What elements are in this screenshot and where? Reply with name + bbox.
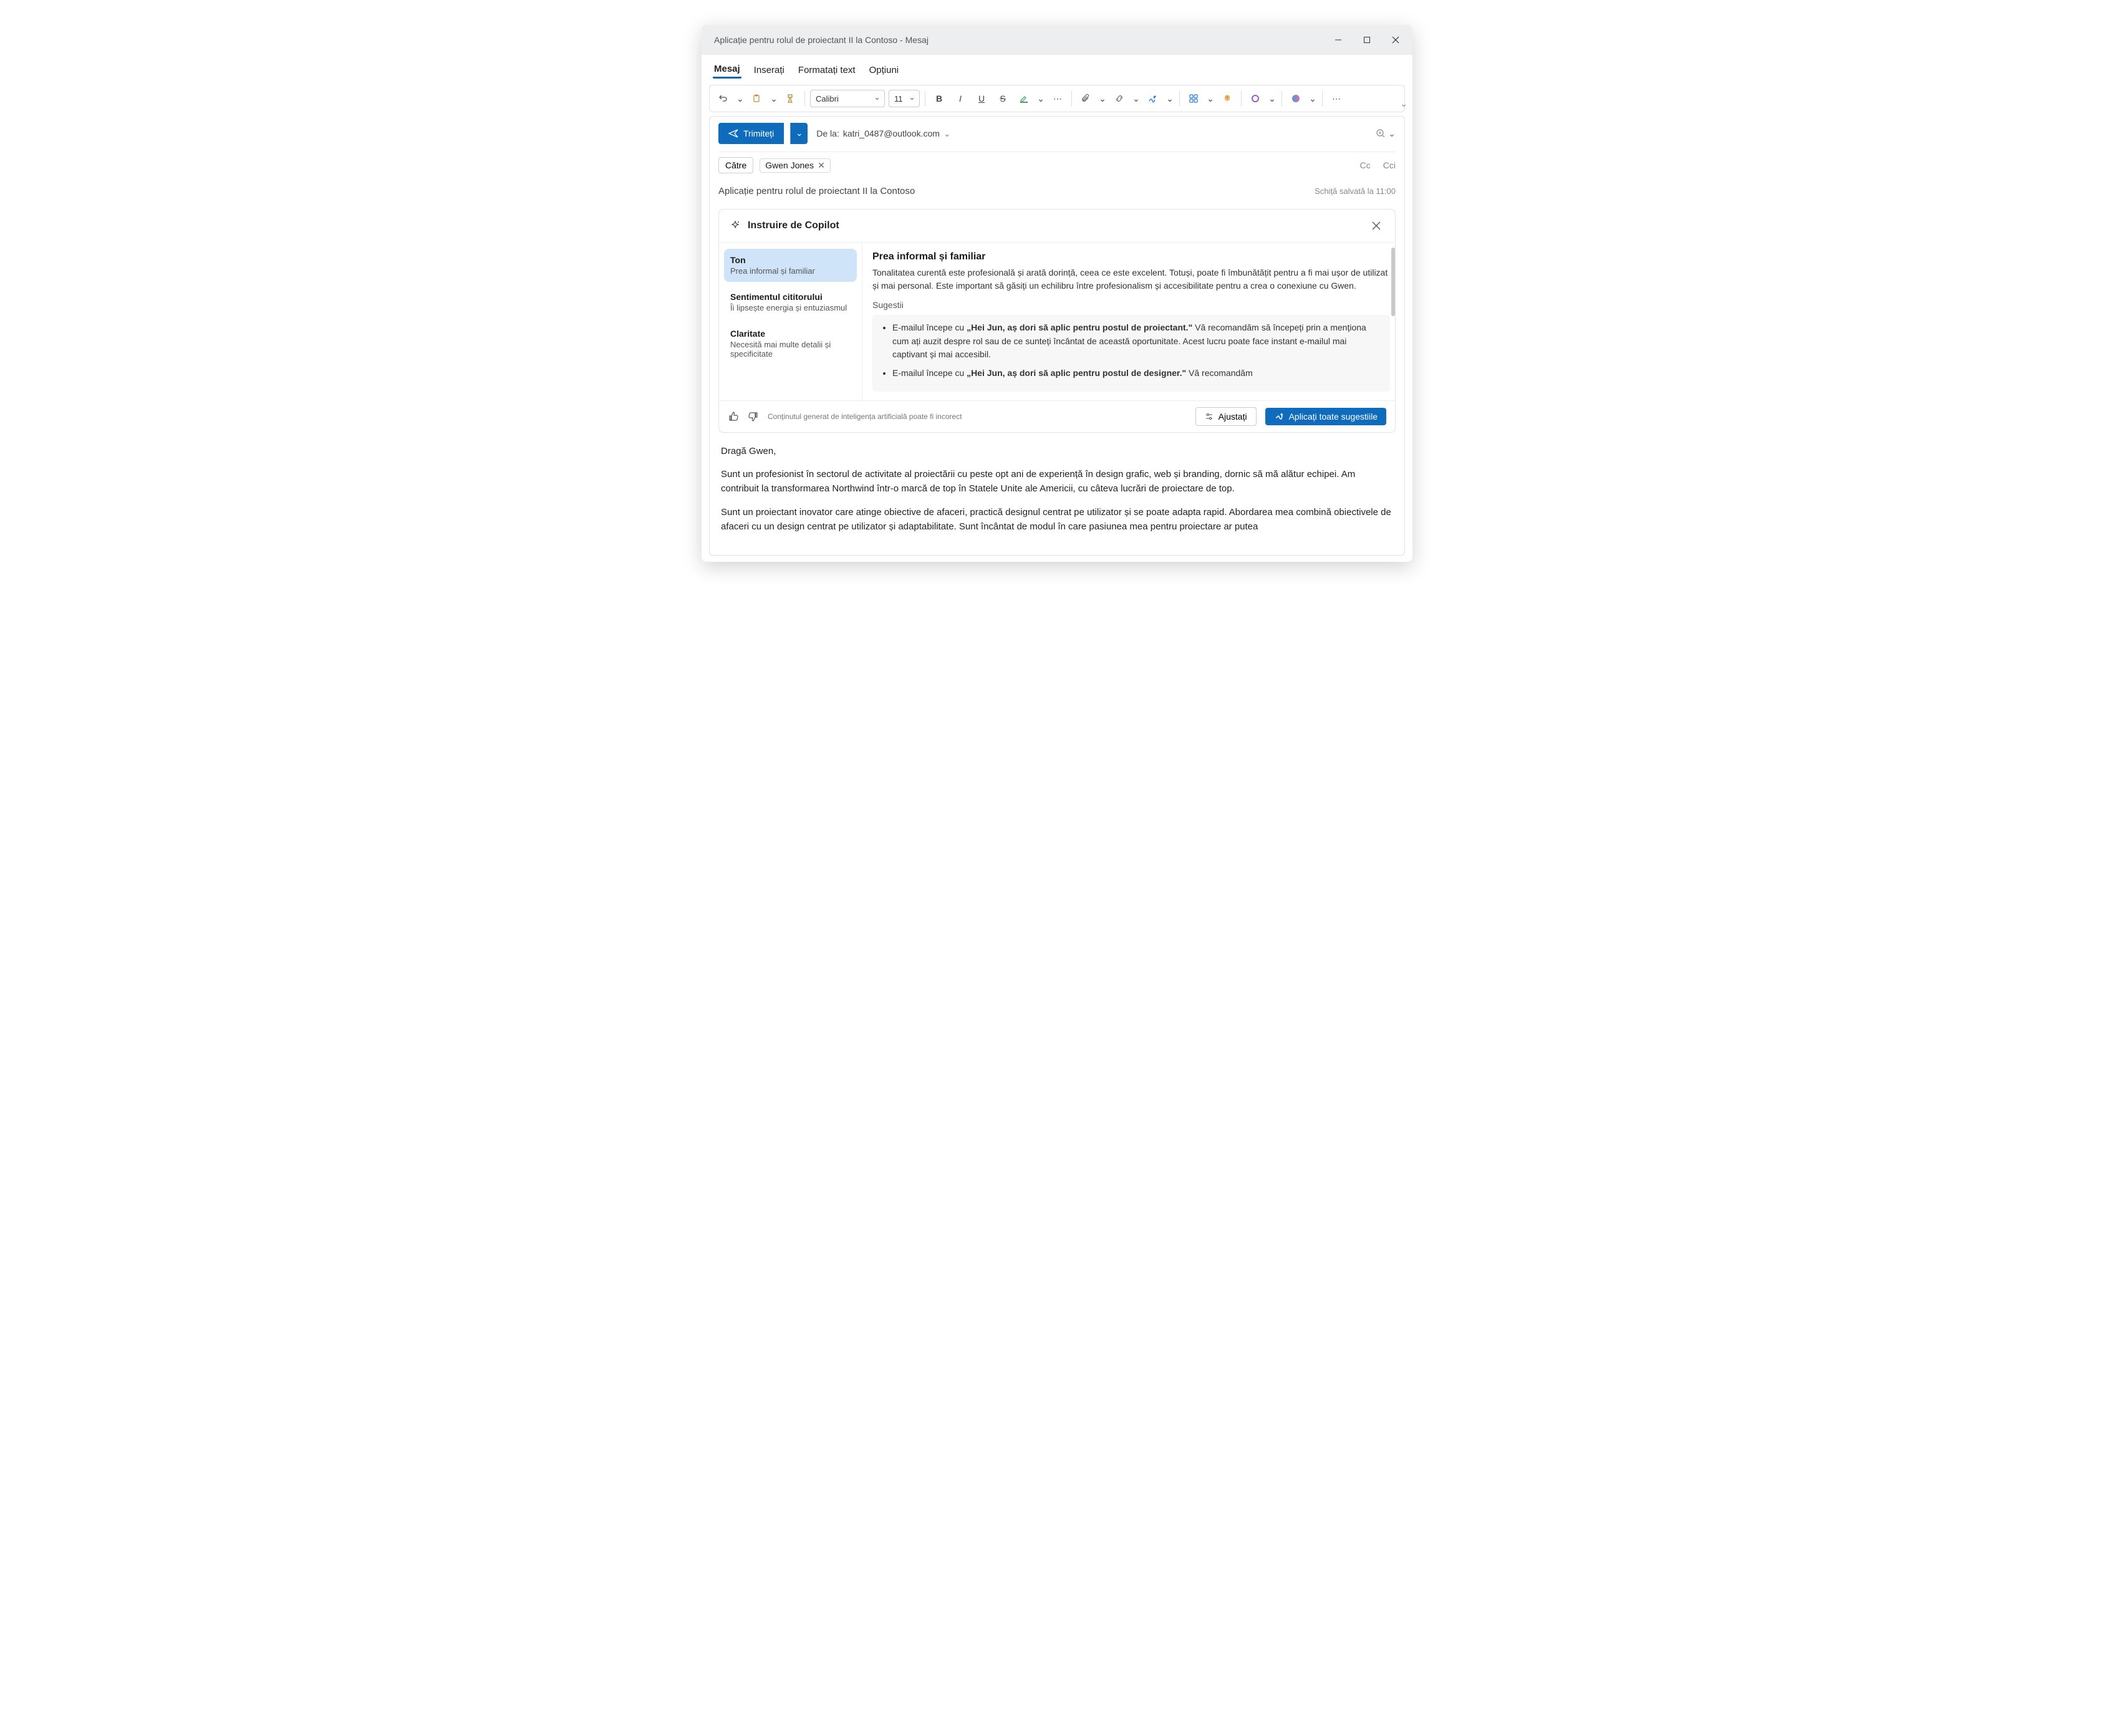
signature-dropdown[interactable]: ⌄	[1166, 90, 1174, 107]
signature-button[interactable]	[1144, 90, 1162, 107]
attach-dropdown[interactable]: ⌄	[1098, 90, 1107, 107]
font-name-select[interactable]: Calibri	[810, 90, 885, 107]
tab-message[interactable]: Mesaj	[713, 61, 741, 79]
bold-button[interactable]: B	[930, 90, 948, 107]
cc-button[interactable]: Cc	[1360, 160, 1371, 170]
outlook-compose-window: Aplicație pentru rolul de proiectant II …	[702, 25, 1412, 562]
ai-disclaimer: Conținutul generat de inteligența artifi…	[768, 412, 962, 421]
compose-header: Trimiteți ⌄ De la: katri_0487@outlook.co…	[709, 116, 1405, 556]
loop-dropdown[interactable]: ⌄	[1268, 90, 1277, 107]
email-paragraph: Sunt un proiectant inovator care atinge …	[721, 505, 1393, 534]
adjust-button[interactable]: Ajustați	[1195, 407, 1257, 426]
thumbs-down-button[interactable]	[748, 411, 759, 422]
email-paragraph: Sunt un profesionist în sectorul de acti…	[721, 467, 1393, 496]
paste-dropdown[interactable]: ⌄	[770, 90, 778, 107]
send-button[interactable]: Trimiteți	[718, 123, 784, 144]
separator	[1241, 91, 1242, 106]
scrollbar[interactable]	[1391, 248, 1395, 316]
separator	[1281, 91, 1282, 106]
link-button[interactable]	[1111, 90, 1128, 107]
separator	[1179, 91, 1180, 106]
separator	[1322, 91, 1323, 106]
overflow-button[interactable]: ⋯	[1328, 90, 1345, 107]
subject-field[interactable]: Aplicație pentru rolul de proiectant II …	[718, 186, 915, 196]
paste-button[interactable]	[748, 90, 766, 107]
copilot-categories: Ton Prea informal și familiar Sentimentu…	[719, 243, 862, 400]
attach-button[interactable]	[1077, 90, 1094, 107]
titlebar: Aplicație pentru rolul de proiectant II …	[702, 25, 1412, 55]
maximize-button[interactable]	[1353, 25, 1381, 55]
thumbs-up-button[interactable]	[728, 411, 739, 422]
suggestion-item: E-mailul începe cu „Hei Jun, aș dori să …	[892, 367, 1381, 380]
more-format-button[interactable]: ⋯	[1049, 90, 1066, 107]
bcc-button[interactable]: Cci	[1383, 160, 1396, 170]
link-dropdown[interactable]: ⌄	[1132, 90, 1141, 107]
email-body[interactable]: Dragă Gwen, Sunt un profesionist în sect…	[718, 433, 1396, 549]
suggestions-label: Sugestii	[872, 300, 1390, 310]
suggestions-box: E-mailul începe cu „Hei Jun, aș dori să …	[872, 315, 1390, 392]
from-selector[interactable]: De la: katri_0487@outlook.com ⌄	[816, 128, 950, 139]
strikethrough-button[interactable]: S	[994, 90, 1011, 107]
close-button[interactable]	[1381, 25, 1410, 55]
email-greeting: Dragă Gwen,	[721, 444, 1393, 458]
underline-button[interactable]: U	[973, 90, 990, 107]
to-button[interactable]: Către	[718, 157, 753, 173]
undo-button[interactable]	[715, 90, 732, 107]
italic-button[interactable]: I	[952, 90, 969, 107]
collapse-ribbon-chevron[interactable]: ⌄	[1400, 99, 1407, 109]
apps-button[interactable]	[1185, 90, 1202, 107]
send-dropdown[interactable]: ⌄	[790, 123, 808, 144]
category-reader-sentiment[interactable]: Sentimentul cititorului Îi lipsește ener…	[724, 286, 857, 319]
apply-all-button[interactable]: Aplicați toate sugestiile	[1265, 408, 1386, 425]
copilot-dropdown[interactable]: ⌄	[1308, 90, 1317, 107]
ribbon-tabs: Mesaj Inserați Formatați text Opțiuni	[702, 55, 1412, 79]
tab-format[interactable]: Formatați text	[797, 62, 857, 78]
draft-saved-label: Schiță salvată la 11:00	[1315, 186, 1396, 196]
suggestion-item: E-mailul începe cu „Hei Jun, aș dori să …	[892, 321, 1381, 362]
copilot-ribbon-button[interactable]	[1287, 90, 1305, 107]
category-tone[interactable]: Ton Prea informal și familiar	[724, 249, 857, 282]
font-size-select[interactable]: 11	[889, 90, 920, 107]
recipient-chip[interactable]: Gwen Jones ✕	[760, 158, 831, 173]
highlight-button[interactable]	[1015, 90, 1033, 107]
separator	[804, 91, 805, 106]
copilot-title: Instruire de Copilot	[748, 220, 839, 231]
highlight-dropdown[interactable]: ⌄	[1036, 90, 1045, 107]
remove-recipient-icon[interactable]: ✕	[818, 160, 825, 171]
separator	[1071, 91, 1072, 106]
apps-dropdown[interactable]: ⌄	[1206, 90, 1215, 107]
category-clarity[interactable]: Claritate Necesită mai multe detalii și …	[724, 322, 857, 365]
close-copilot-button[interactable]	[1368, 217, 1385, 234]
copilot-coaching-card: Instruire de Copilot Ton Prea informal ș…	[718, 209, 1396, 433]
minimize-button[interactable]	[1324, 25, 1353, 55]
tab-insert[interactable]: Inserați	[753, 62, 786, 78]
tab-options[interactable]: Opțiuni	[868, 62, 900, 78]
undo-dropdown[interactable]: ⌄	[736, 90, 745, 107]
immersive-button[interactable]	[1219, 90, 1236, 107]
loop-button[interactable]	[1247, 90, 1264, 107]
copilot-headline: Prea informal și familiar	[872, 251, 1390, 263]
copilot-sparkle-icon	[729, 219, 741, 232]
window-title: Aplicație pentru rolul de proiectant II …	[714, 35, 1324, 45]
zoom-control[interactable]: ⌄	[1376, 128, 1396, 139]
format-painter-button[interactable]	[782, 90, 799, 107]
copilot-summary: Tonalitatea curentă este profesională și…	[872, 266, 1390, 292]
ribbon-toolbar: ⌄ ⌄ Calibri 11 B I U S ⌄ ⋯ ⌄ ⌄ ⌄	[709, 85, 1405, 112]
copilot-detail: Prea informal și familiar Tonalitatea cu…	[862, 243, 1395, 400]
